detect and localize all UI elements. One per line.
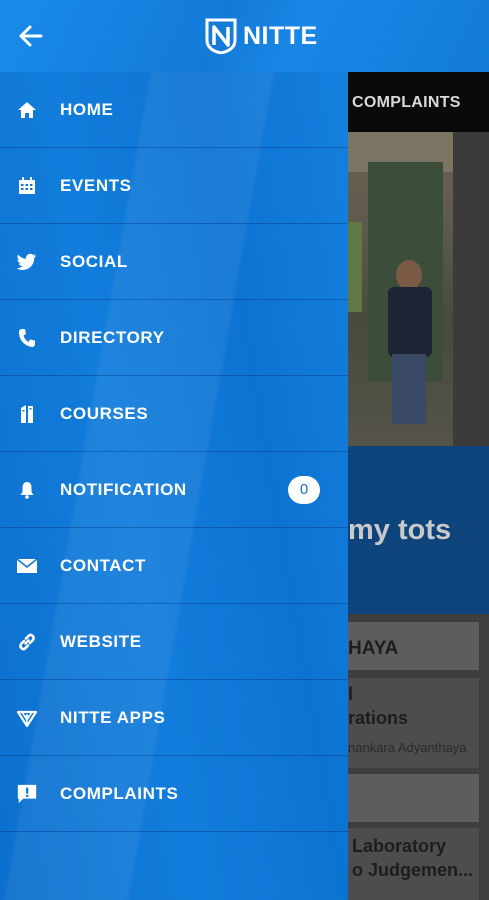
news-card-title-line2: rations bbox=[348, 708, 409, 728]
twitter-icon bbox=[16, 251, 38, 273]
menu-item-social[interactable]: SOCIAL bbox=[0, 224, 348, 300]
app-logo: NITTE bbox=[205, 18, 318, 54]
news-card-header-2 bbox=[348, 774, 479, 822]
home-icon bbox=[16, 99, 38, 121]
apps-icon bbox=[16, 707, 38, 729]
menu-item-home[interactable]: HOME bbox=[0, 72, 348, 148]
complaint-icon bbox=[16, 783, 38, 805]
news-card-author: nankara Adyanthaya bbox=[348, 740, 467, 755]
menu-label-contact: CONTACT bbox=[60, 555, 147, 575]
link-icon bbox=[16, 631, 38, 653]
banner-text: my tots bbox=[348, 514, 452, 546]
menu-item-directory[interactable]: DIRECTORY bbox=[0, 300, 348, 376]
menu-label-events: EVENTS bbox=[60, 175, 132, 195]
news-card[interactable]: l rations nankara Adyanthaya bbox=[348, 678, 479, 768]
menu-label-website: WEBSITE bbox=[60, 631, 142, 651]
menu-label-nitte-apps: NITTE APPS bbox=[60, 707, 166, 727]
app-bar: NITTE bbox=[0, 0, 489, 72]
menu-item-website[interactable]: WEBSITE bbox=[0, 604, 348, 680]
phone-icon bbox=[16, 327, 38, 349]
books-icon bbox=[16, 403, 38, 425]
news-list: HAYA l rations nankara Adyanthaya Labora… bbox=[348, 614, 489, 900]
app-title: NITTE bbox=[243, 21, 318, 50]
nav-drawer: HOME EVENTS SOCIAL DIRECTORY COURSES NOT… bbox=[0, 72, 348, 900]
bell-icon bbox=[16, 479, 38, 501]
featured-photo bbox=[348, 132, 453, 446]
news-card-header: HAYA bbox=[348, 622, 479, 670]
calendar-icon bbox=[16, 175, 38, 197]
tab-complaints[interactable]: COMPLAINTS bbox=[352, 94, 461, 112]
news-card-2-title-line2: o Judgemen... bbox=[352, 860, 474, 880]
envelope-icon bbox=[16, 555, 38, 577]
menu-label-complaints: COMPLAINTS bbox=[60, 783, 179, 803]
notification-count-badge: 0 bbox=[288, 475, 320, 504]
news-card-title-line1: l bbox=[348, 684, 354, 704]
arrow-left-icon bbox=[19, 25, 43, 47]
nitte-shield-icon bbox=[205, 18, 237, 54]
menu-item-nitte-apps[interactable]: NITTE APPS bbox=[0, 680, 348, 756]
photo-side bbox=[453, 132, 489, 446]
news-card-2[interactable]: Laboratory o Judgemen... bbox=[348, 828, 479, 900]
menu-item-courses[interactable]: COURSES bbox=[0, 376, 348, 452]
feature-banner: my tots bbox=[348, 446, 489, 614]
news-card-2-title-line1: Laboratory bbox=[352, 836, 447, 856]
menu-label-directory: DIRECTORY bbox=[60, 327, 165, 347]
menu-item-complaints[interactable]: COMPLAINTS bbox=[0, 756, 348, 832]
menu-item-contact[interactable]: CONTACT bbox=[0, 528, 348, 604]
menu-label-notification: NOTIFICATION bbox=[60, 479, 187, 499]
menu-label-social: SOCIAL bbox=[60, 251, 128, 271]
news-card-heading: HAYA bbox=[348, 638, 399, 659]
menu-item-events[interactable]: EVENTS bbox=[0, 148, 348, 224]
back-button[interactable] bbox=[16, 22, 46, 50]
menu-item-notification[interactable]: NOTIFICATION 0 bbox=[0, 452, 348, 528]
menu-label-courses: COURSES bbox=[60, 403, 149, 423]
menu-label-home: HOME bbox=[60, 99, 114, 119]
